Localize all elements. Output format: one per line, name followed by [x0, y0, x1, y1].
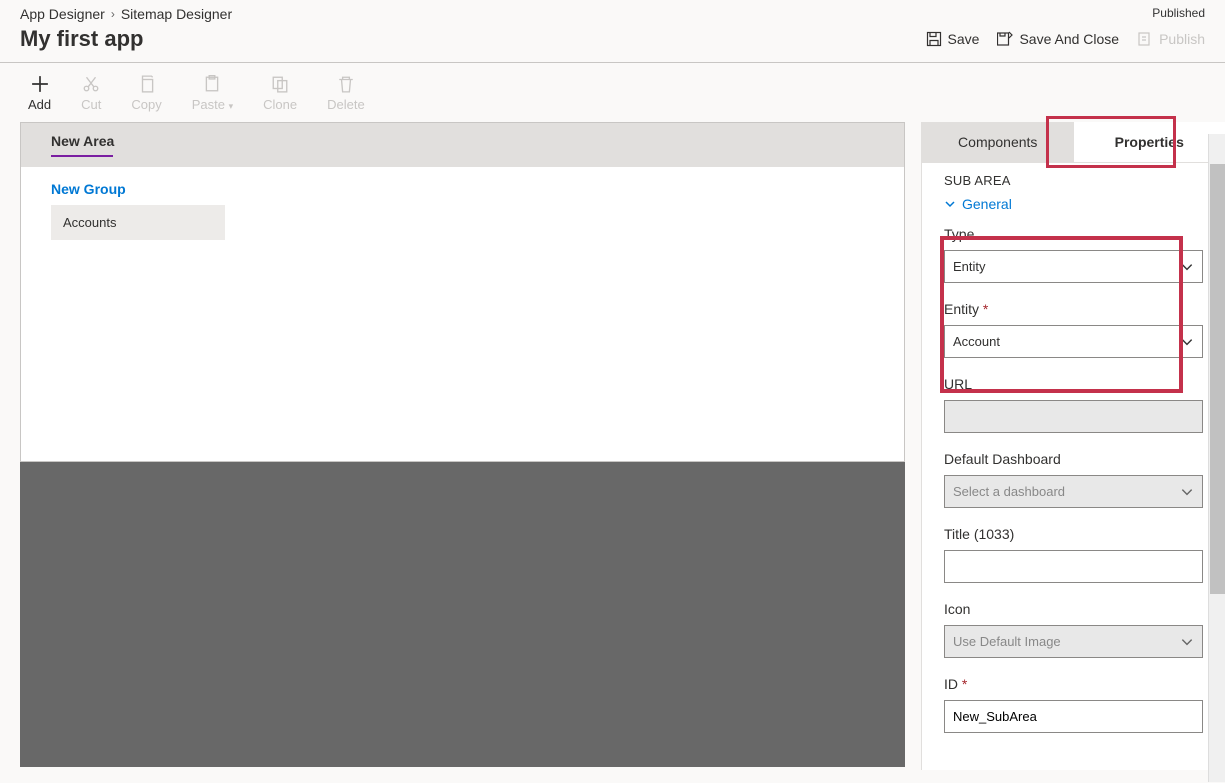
type-label: Type: [944, 226, 1203, 242]
page-title: My first app: [20, 26, 143, 52]
title-field-label: Title (1033): [944, 526, 1203, 542]
add-button[interactable]: Add: [28, 75, 51, 112]
copy-button: Copy: [131, 75, 161, 112]
dashboard-select[interactable]: Select a dashboard: [944, 475, 1203, 508]
chevron-down-icon: [1180, 635, 1194, 649]
icon-value: Use Default Image: [953, 634, 1061, 649]
chevron-down-icon: [1180, 335, 1194, 349]
icon-label: Icon: [944, 601, 1203, 617]
type-select[interactable]: Entity: [944, 250, 1203, 283]
chevron-down-icon: ▾: [229, 101, 234, 111]
delete-label: Delete: [327, 97, 365, 112]
canvas-region: New Area New Group Accounts: [20, 122, 921, 767]
subarea-item[interactable]: Accounts: [51, 205, 225, 240]
paste-button: Paste ▾: [192, 75, 233, 112]
copy-label: Copy: [131, 97, 161, 112]
toolbar: Add Cut Copy Paste ▾ Clone Delete: [0, 63, 1225, 122]
save-label: Save: [948, 31, 980, 47]
command-bar: Save Save And Close Publish: [926, 31, 1205, 47]
title-input[interactable]: [944, 550, 1203, 583]
publish-icon: [1137, 31, 1153, 47]
general-label: General: [962, 196, 1012, 212]
paste-label: Paste ▾: [192, 97, 233, 112]
cut-label: Cut: [81, 97, 101, 112]
clone-button: Clone: [263, 75, 297, 112]
add-label: Add: [28, 97, 51, 112]
save-button[interactable]: Save: [926, 31, 980, 47]
main: New Area New Group Accounts Components P…: [0, 122, 1225, 767]
trash-icon: [337, 75, 355, 93]
save-and-close-button[interactable]: Save And Close: [997, 31, 1119, 47]
clone-icon: [271, 75, 289, 93]
header: App Designer › Sitemap Designer Publishe…: [0, 0, 1225, 62]
entity-value: Account: [953, 334, 1000, 349]
panel-section-title: SUB AREA: [944, 173, 1203, 188]
chevron-down-icon: [944, 198, 956, 210]
plus-icon: [31, 75, 49, 93]
dashboard-label: Default Dashboard: [944, 451, 1203, 467]
general-section-toggle[interactable]: General: [944, 196, 1203, 212]
area-header[interactable]: New Area: [21, 123, 904, 167]
save-close-icon: [997, 31, 1013, 47]
scrollbar-thumb[interactable]: [1210, 164, 1225, 594]
id-label: ID *: [944, 676, 1203, 692]
delete-button: Delete: [327, 75, 365, 112]
copy-icon: [138, 75, 156, 93]
icon-select[interactable]: Use Default Image: [944, 625, 1203, 658]
area-title: New Area: [51, 133, 114, 149]
dashboard-placeholder: Select a dashboard: [953, 484, 1065, 499]
breadcrumb-root[interactable]: App Designer: [20, 6, 105, 22]
id-input[interactable]: [944, 700, 1203, 733]
url-input: [944, 400, 1203, 433]
sitemap-canvas: New Area New Group Accounts: [20, 122, 905, 462]
publish-label: Publish: [1159, 31, 1205, 47]
cut-button: Cut: [81, 75, 101, 112]
entity-select[interactable]: Account: [944, 325, 1203, 358]
canvas-empty-region: [20, 462, 905, 767]
group-title[interactable]: New Group: [51, 181, 874, 197]
clone-label: Clone: [263, 97, 297, 112]
breadcrumb: App Designer › Sitemap Designer: [20, 6, 232, 22]
status-label: Published: [1152, 6, 1205, 20]
scrollbar[interactable]: [1208, 134, 1225, 782]
tab-components[interactable]: Components: [922, 122, 1074, 162]
chevron-down-icon: [1180, 485, 1194, 499]
entity-label: Entity *: [944, 301, 1203, 317]
breadcrumb-current[interactable]: Sitemap Designer: [121, 6, 232, 22]
save-icon: [926, 31, 942, 47]
url-label: URL: [944, 376, 1203, 392]
paste-icon: [203, 75, 221, 93]
type-value: Entity: [953, 259, 986, 274]
properties-panel: Components Properties SUB AREA General T…: [921, 122, 1225, 770]
area-underline: [51, 155, 113, 157]
publish-button: Publish: [1137, 31, 1205, 47]
save-close-label: Save And Close: [1019, 31, 1119, 47]
tab-properties[interactable]: Properties: [1074, 122, 1225, 162]
chevron-down-icon: [1180, 260, 1194, 274]
cut-icon: [82, 75, 100, 93]
chevron-right-icon: ›: [111, 7, 115, 21]
panel-tabs: Components Properties: [922, 122, 1225, 163]
